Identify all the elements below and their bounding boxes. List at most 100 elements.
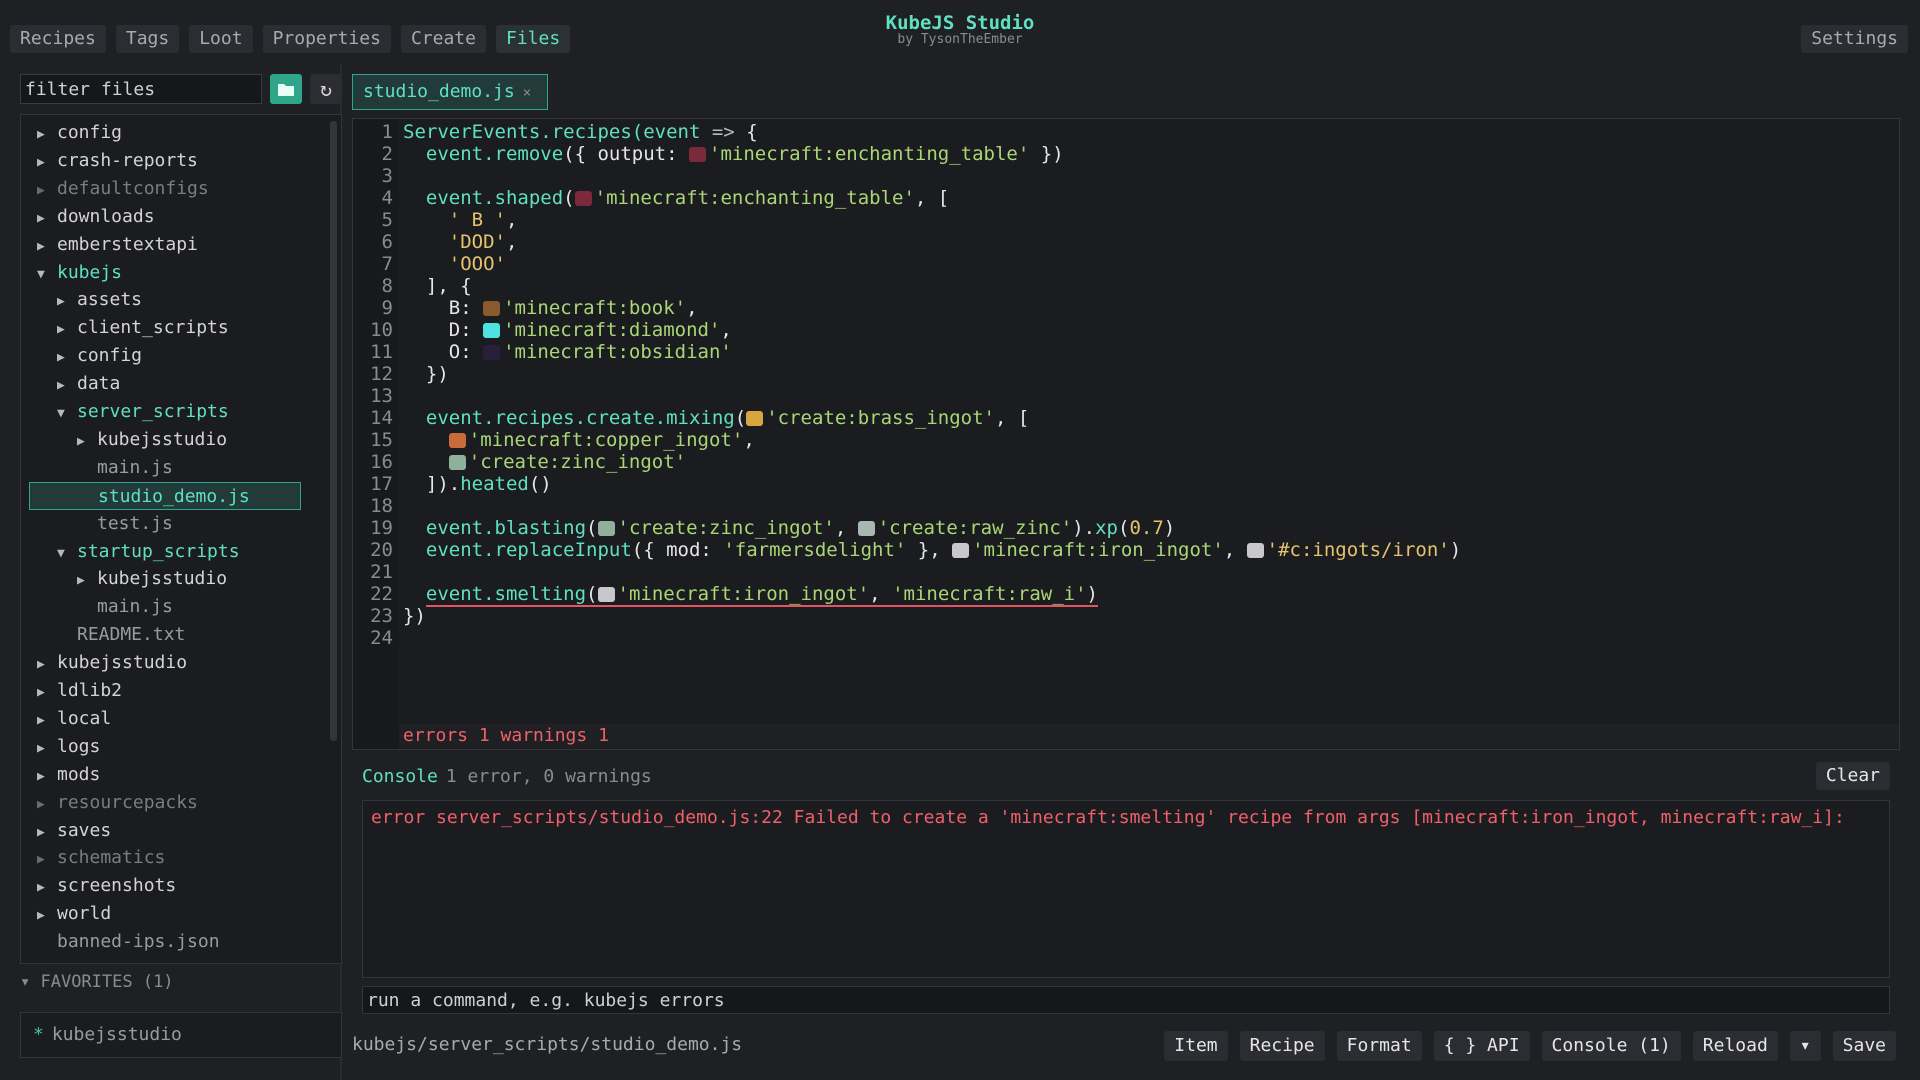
tree-item[interactable]: ▶ data	[57, 370, 120, 398]
open-folder-button[interactable]	[270, 74, 302, 104]
book-item-icon[interactable]	[483, 301, 501, 316]
tree-item[interactable]: ▶ kubejsstudio	[77, 426, 227, 454]
chevron-right-icon[interactable]: ▶	[57, 344, 77, 372]
favorite-item[interactable]: kubejsstudio	[52, 1024, 182, 1045]
tree-item[interactable]: ▶ assets	[57, 286, 142, 314]
tree-item[interactable]: ▶ mods	[37, 761, 100, 789]
favorites-header[interactable]: ▾ FAVORITES (1)	[20, 972, 174, 992]
reload-button[interactable]: Reload	[1692, 1031, 1778, 1061]
tree-item[interactable]: studio_demo.js	[29, 481, 301, 510]
editor-tab-studio-demo[interactable]: studio_demo.js ×	[352, 74, 548, 110]
tree-item[interactable]: ▶ config	[57, 342, 142, 370]
tree-scrollbar[interactable]	[330, 121, 337, 741]
chevron-down-icon[interactable]: ▼	[57, 400, 77, 428]
tree-item[interactable]: ▼ startup_scripts	[57, 538, 240, 566]
code-text: event.blasting('create:zinc_ingot', 'cre…	[425, 517, 1176, 539]
chevron-right-icon[interactable]: ▶	[37, 874, 57, 902]
chevron-right-icon[interactable]: ▶	[37, 233, 57, 261]
zinc-item-icon[interactable]	[448, 455, 466, 470]
file-sidebar: ↻ ▶config▶crash-reports▶defaultconfigs▶d…	[12, 66, 342, 1070]
tree-item[interactable]: ▶ emberstextapi	[37, 231, 198, 259]
line-number: 17	[370, 473, 393, 495]
error-underline[interactable]: event.smelting('minecraft:iron_ingot', '…	[425, 583, 1098, 607]
code-text: 'minecraft:copper_ingot',	[403, 429, 755, 451]
item-button[interactable]: Item	[1164, 1031, 1228, 1061]
chevron-right-icon[interactable]: ▶	[37, 177, 57, 205]
app-name: KubeJS Studio	[885, 12, 1035, 34]
chevron-right-icon[interactable]: ▶	[37, 819, 57, 847]
chevron-down-icon[interactable]: ▼	[37, 261, 57, 289]
tree-item[interactable]: main.js	[77, 593, 173, 621]
refresh-button[interactable]: ↻	[310, 74, 342, 104]
obsidian-item-icon[interactable]	[483, 345, 501, 360]
recipe-button[interactable]: Recipe	[1239, 1031, 1325, 1061]
console-clear-button[interactable]: Clear	[1815, 762, 1890, 790]
tree-item[interactable]: ▶ ldlib2	[37, 677, 122, 705]
zinc-item-icon[interactable]	[597, 521, 615, 536]
chevron-right-icon[interactable]: ▶	[37, 902, 57, 930]
tree-item[interactable]: banned-ips.json	[37, 928, 220, 956]
tree-item[interactable]: ▶ downloads	[37, 203, 155, 231]
close-icon[interactable]: ×	[523, 85, 531, 101]
line-number: 20	[370, 539, 393, 561]
brass-item-icon[interactable]	[746, 411, 764, 426]
tree-item[interactable]: ▶ defaultconfigs	[37, 175, 209, 203]
tree-item[interactable]: ▶ saves	[37, 817, 111, 845]
diamond-item-icon[interactable]	[483, 323, 501, 338]
iron-item-icon[interactable]	[1246, 543, 1264, 558]
save-button[interactable]: Save	[1832, 1031, 1896, 1061]
chevron-right-icon[interactable]: ▶	[57, 372, 77, 400]
format-button[interactable]: Format	[1336, 1031, 1422, 1061]
tree-item[interactable]: ▼ kubejs	[37, 259, 122, 287]
tree-item[interactable]: ▶ config	[37, 119, 122, 147]
tree-item[interactable]: ▶ world	[37, 900, 111, 928]
chevron-right-icon[interactable]: ▶	[37, 679, 57, 707]
tree-item[interactable]: ▶ kubejsstudio	[77, 565, 227, 593]
filter-files-input[interactable]	[20, 74, 262, 104]
enchant-item-icon[interactable]	[689, 147, 707, 162]
chevron-right-icon[interactable]: ▶	[37, 735, 57, 763]
chevron-right-icon[interactable]: ▶	[77, 567, 97, 595]
chevron-right-icon[interactable]: ▶	[37, 707, 57, 735]
settings-button[interactable]: Settings	[1801, 25, 1908, 53]
command-input[interactable]	[362, 986, 1890, 1014]
chevron-right-icon[interactable]: ▶	[77, 428, 97, 456]
copper-item-icon[interactable]	[448, 433, 466, 448]
folder-icon	[278, 83, 294, 96]
tree-item[interactable]: ▶ kubejsstudio	[37, 649, 187, 677]
tree-item[interactable]: ▶ resourcepacks	[37, 789, 198, 817]
tree-item[interactable]: ▶ logs	[37, 733, 100, 761]
enchant-item-icon[interactable]	[574, 191, 592, 206]
code-text: ServerEvents.recipes(event => {	[403, 121, 758, 143]
tree-item[interactable]: README.txt	[57, 621, 185, 649]
chevron-right-icon[interactable]: ▶	[37, 791, 57, 819]
rawzinc-item-icon[interactable]	[857, 521, 875, 536]
chevron-right-icon[interactable]: ▶	[37, 763, 57, 791]
tree-item[interactable]: ▶ local	[37, 705, 111, 733]
tree-item[interactable]: ▶ client_scripts	[57, 314, 229, 342]
line-number: 23	[370, 605, 393, 627]
code-editor[interactable]: 1 ServerEvents.recipes(event => {2 event.…	[352, 118, 1900, 750]
chevron-right-icon[interactable]: ▶	[37, 121, 57, 149]
iron-item-icon[interactable]	[597, 587, 615, 602]
api-button[interactable]: { } API	[1433, 1031, 1530, 1061]
chevron-right-icon[interactable]: ▶	[37, 846, 57, 874]
chevron-down-icon[interactable]: ▼	[57, 540, 77, 568]
tree-item[interactable]: ▼ server_scripts	[57, 398, 229, 426]
editor-diagnostics[interactable]: errors 1 warnings 1	[399, 724, 1899, 748]
chevron-right-icon[interactable]: ▶	[37, 205, 57, 233]
tree-item-label: startup_scripts	[77, 540, 240, 562]
console-toggle-button[interactable]: Console (1)	[1541, 1031, 1681, 1061]
chevron-right-icon[interactable]: ▶	[37, 651, 57, 679]
tree-item[interactable]: ▶ schematics	[37, 844, 165, 872]
tree-item[interactable]: ▶ screenshots	[37, 872, 176, 900]
chevron-right-icon[interactable]: ▶	[57, 316, 77, 344]
reload-options-dropdown[interactable]: ▾	[1789, 1031, 1821, 1061]
tree-item[interactable]: main.js	[77, 454, 173, 482]
tree-item[interactable]: ▶ crash-reports	[37, 147, 198, 175]
tree-item[interactable]: test.js	[77, 510, 173, 538]
iron-item-icon[interactable]	[952, 543, 970, 558]
chevron-right-icon[interactable]: ▶	[37, 149, 57, 177]
chevron-right-icon[interactable]: ▶	[57, 288, 77, 316]
code-text: 'DOD',	[448, 231, 518, 253]
